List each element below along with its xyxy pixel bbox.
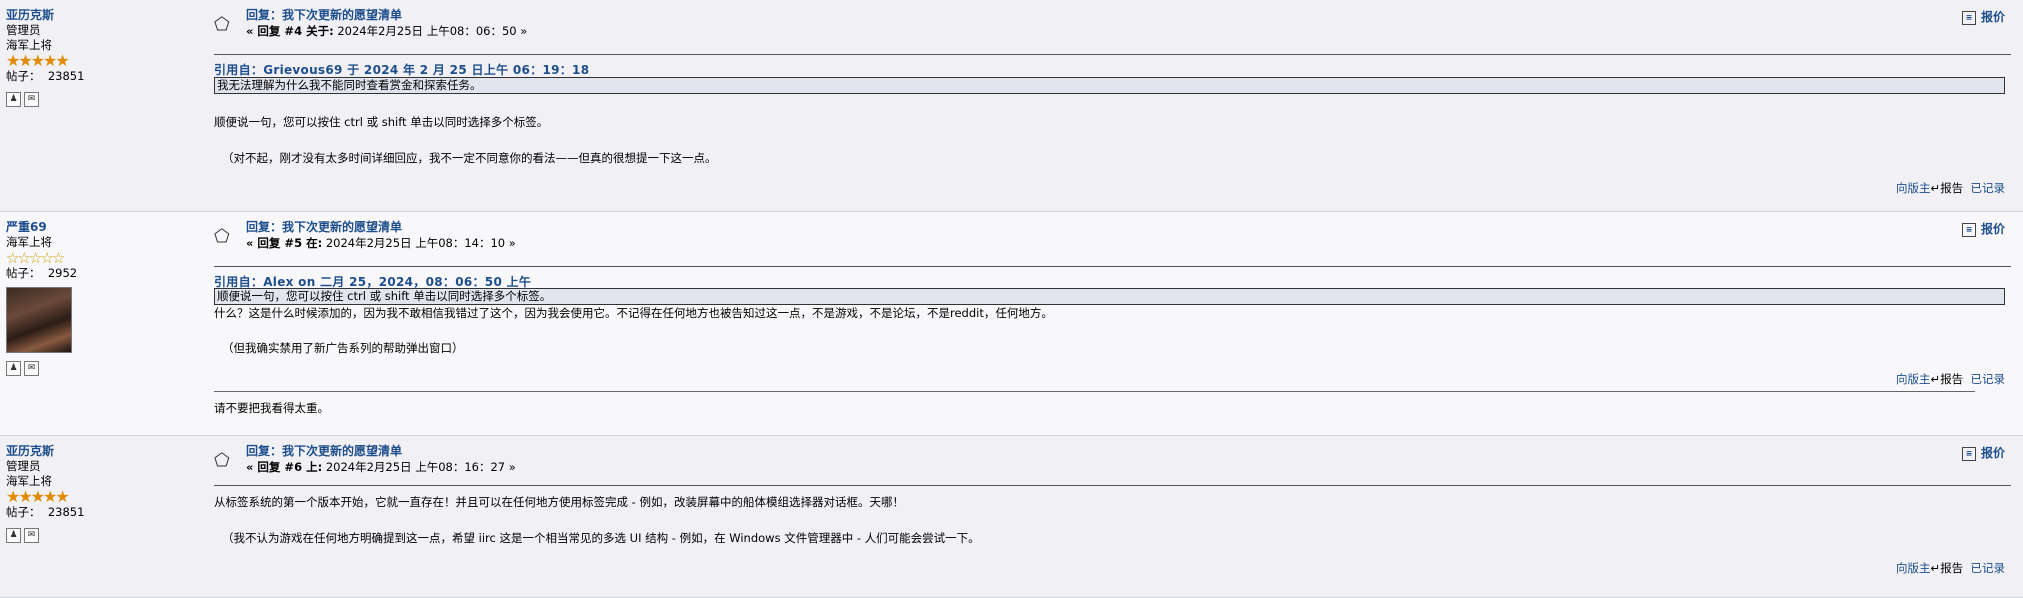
poster-rank: 海军上将 <box>6 235 52 249</box>
post-title-link[interactable]: 回复：我下次更新的愿望清单 <box>246 444 516 459</box>
divider <box>214 485 2011 486</box>
post-footer: 向版主↵报告 已记录 <box>1896 372 2006 386</box>
report-icon: ↵ <box>1930 181 1941 195</box>
tag-icon: ⬠ <box>214 450 230 471</box>
logged-link[interactable]: 已记录 <box>1971 561 2006 575</box>
quote-button[interactable]: ≡ 报价 <box>1961 444 2005 461</box>
post-title-link[interactable]: 回复：我下次更新的愿望清单 <box>246 8 527 23</box>
report-link[interactable]: 向版主 <box>1896 372 1931 386</box>
post-body-line: （对不起，刚才没有太多时间详细回应，我不一定不同意你的看法——但真的很想提一下这… <box>222 151 717 165</box>
quote-body: 顺便说一句，您可以按住 ctrl 或 shift 单击以同时选择多个标签。 <box>214 288 2005 305</box>
post-meta: « 回复 #6 上: 2024年2月25日 上午08：16：27 » <box>246 460 516 474</box>
rank-stars: ☆☆☆☆☆ <box>6 249 65 267</box>
post-body-line: 从标签系统的第一个版本开始，它就一直存在！并且可以在任何地方使用标签完成 - 例… <box>214 495 904 509</box>
avatar <box>6 287 72 353</box>
post-content: ⬠ 回复：我下次更新的愿望清单 « 回复 #6 上: 2024年2月25日 上午… <box>214 444 2011 594</box>
signature-divider <box>214 391 1975 392</box>
quote-body: 我无法理解为什么我不能同时查看赏金和探索任务。 <box>214 77 2005 94</box>
quote-button[interactable]: ≡ 报价 <box>1961 8 2005 25</box>
tag-icon: ⬠ <box>214 14 230 35</box>
quote-button[interactable]: ≡ 报价 <box>1961 220 2005 237</box>
poster-name[interactable]: 严重69 <box>6 220 206 235</box>
post-count: 帖子： 23851 <box>6 69 85 83</box>
post-content: ⬠ 回复：我下次更新的愿望清单 « 回复 #4 关于: 2024年2月25日 上… <box>214 8 2011 208</box>
post-count: 帖子： 23851 <box>6 505 85 519</box>
message-icon[interactable]: ✉ <box>24 528 39 543</box>
poster-name[interactable]: 亚历克斯 <box>6 8 206 23</box>
post-4: 亚历克斯 管理员 海军上将 ★★★★★ 帖子： 23851 ♟ ✉ ⬠ 回复：我下… <box>0 0 2023 212</box>
profile-icon[interactable]: ♟ <box>6 92 21 107</box>
post-6: 亚历克斯 管理员 海军上将 ★★★★★ 帖子： 23851 ♟ ✉ ⬠ 回复：我下… <box>0 436 2023 598</box>
report-link[interactable]: 向版主 <box>1896 561 1931 575</box>
signature: 请不要把我看得太重。 <box>214 401 329 415</box>
logged-link[interactable]: 已记录 <box>1971 372 2006 386</box>
post-5: 严重69 海军上将 ☆☆☆☆☆ 帖子： 2952 ♟ ✉ ⬠ 回复：我下次更新的愿… <box>0 212 2023 436</box>
report-link[interactable]: 向版主 <box>1896 181 1931 195</box>
post-meta: « 回复 #5 在: 2024年2月25日 上午08：14：10 » <box>246 236 516 250</box>
post-title-link[interactable]: 回复：我下次更新的愿望清单 <box>246 220 516 235</box>
tag-icon: ⬠ <box>214 226 230 247</box>
divider <box>214 54 2011 55</box>
post-body-line: （我不认为游戏在任何地方明确提到这一点，希望 iirc 这是一个相当常见的多选 … <box>222 531 980 545</box>
report-icon: ↵ <box>1930 372 1941 386</box>
report-icon: ↵ <box>1930 561 1941 575</box>
poster-info: 亚历克斯 管理员 海军上将 ★★★★★ 帖子： 23851 ♟ ✉ <box>6 444 206 543</box>
post-body-line: 顺便说一句，您可以按住 ctrl 或 shift 单击以同时选择多个标签。 <box>214 115 549 129</box>
rank-stars: ★★★★★ <box>6 487 70 506</box>
post-count: 帖子： 2952 <box>6 266 78 280</box>
profile-icon[interactable]: ♟ <box>6 528 21 543</box>
divider <box>214 266 2011 267</box>
post-footer: 向版主↵报告 已记录 <box>1896 181 2006 195</box>
post-body-line: 什么？这是什么时候添加的，因为我不敢相信我错过了这个，因为我会使用它。不记得在任… <box>214 306 1053 320</box>
post-footer: 向版主↵报告 已记录 <box>1896 561 2006 575</box>
profile-icon[interactable]: ♟ <box>6 361 21 376</box>
message-icon[interactable]: ✉ <box>24 361 39 376</box>
message-icon[interactable]: ✉ <box>24 92 39 107</box>
quote-header[interactable]: 引用自：Grievous69 于 2024 年 2 月 25 日上午 06：19… <box>214 61 589 78</box>
post-body-line: （但我确实禁用了新广告系列的帮助弹出窗口） <box>222 341 464 355</box>
poster-role: 管理员 <box>6 459 41 473</box>
poster-role: 管理员 <box>6 23 41 37</box>
post-content: ⬠ 回复：我下次更新的愿望清单 « 回复 #5 在: 2024年2月25日 上午… <box>214 220 2011 432</box>
quote-icon: ≡ <box>1961 446 1976 461</box>
poster-info: 亚历克斯 管理员 海军上将 ★★★★★ 帖子： 23851 ♟ ✉ <box>6 8 206 107</box>
poster-name[interactable]: 亚历克斯 <box>6 444 206 459</box>
logged-link[interactable]: 已记录 <box>1971 181 2006 195</box>
rank-stars: ★★★★★ <box>6 51 70 70</box>
quote-icon: ≡ <box>1961 10 1976 25</box>
quote-icon: ≡ <box>1961 222 1976 237</box>
poster-info: 严重69 海军上将 ☆☆☆☆☆ 帖子： 2952 ♟ ✉ <box>6 220 206 376</box>
post-meta: « 回复 #4 关于: 2024年2月25日 上午08：06：50 » <box>246 24 528 38</box>
